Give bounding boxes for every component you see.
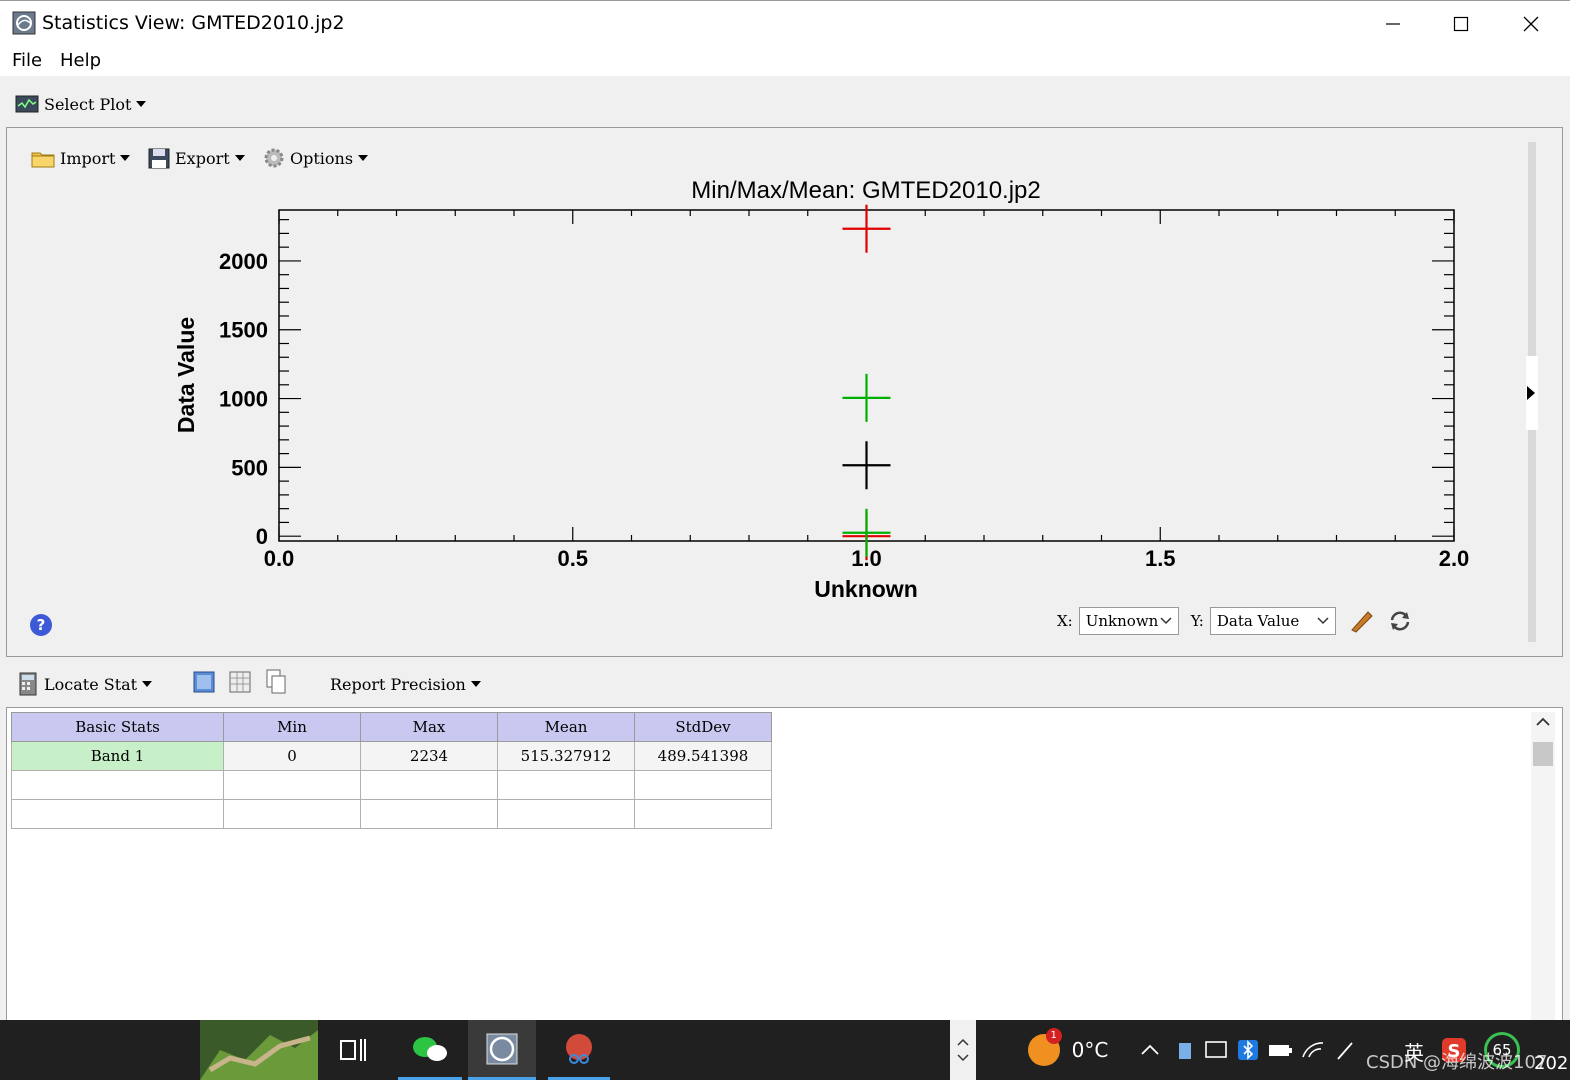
scissors-icon xyxy=(566,1033,592,1064)
table-row xyxy=(11,770,772,800)
envi-icon xyxy=(486,1033,518,1064)
taskbar-envi[interactable] xyxy=(468,1020,536,1080)
y-axis-label: Data Value xyxy=(173,317,199,433)
wifi-icon[interactable] xyxy=(1301,1039,1325,1061)
grid-view-icon[interactable] xyxy=(228,670,252,694)
x-axis-label: Unknown xyxy=(814,576,918,602)
column-header[interactable]: Basic Stats xyxy=(11,712,224,742)
chevron-down-icon xyxy=(142,681,153,687)
chart: Min/Max/Mean: GMTED2010.jp2 0.0 0.5 1.0 1.5… xyxy=(173,177,1470,602)
x-tick-label: 0.5 xyxy=(557,546,588,571)
taskbar-wechat[interactable] xyxy=(398,1020,462,1080)
table-cell[interactable]: 489.541398 xyxy=(634,741,772,771)
table-cell[interactable] xyxy=(634,770,772,800)
wechat-icon xyxy=(413,1036,447,1061)
taskbar-scroll[interactable] xyxy=(950,1020,976,1080)
locate-stat-label: Locate Stat xyxy=(44,674,138,694)
y-tick-label: 2000 xyxy=(219,249,268,274)
data-point-marker xyxy=(842,441,891,490)
axis-selectors: X: Unknown Y: Data Value xyxy=(1057,605,1412,637)
y-axis-select-value: Data Value xyxy=(1216,612,1300,630)
system-tray xyxy=(1170,1020,1360,1080)
x-select-label: X: xyxy=(1057,612,1073,630)
y-axis-select[interactable]: Data Value xyxy=(1209,607,1336,635)
chevron-up-icon xyxy=(1141,1044,1159,1055)
x-tick-label: 2.0 xyxy=(1439,546,1470,571)
chart-title: Min/Max/Mean: GMTED2010.jp2 xyxy=(691,177,1040,204)
table-row: Band 1 0 2234 515.327912 489.541398 xyxy=(11,741,772,771)
chevron-down-icon xyxy=(1317,617,1329,625)
data-point-marker xyxy=(842,373,891,422)
column-header[interactable]: Max xyxy=(360,712,498,742)
table-cell[interactable] xyxy=(11,799,224,829)
column-header[interactable]: Mean xyxy=(497,712,635,742)
x-axis-select-value: Unknown xyxy=(1085,612,1159,630)
stats-table: Basic Stats Min Max Mean StdDev Band 1 0… xyxy=(11,712,772,829)
x-tick-label: 0.0 xyxy=(264,546,295,571)
taskbar-snipping[interactable] xyxy=(548,1020,610,1080)
notification-badge: 1 xyxy=(1045,1028,1062,1044)
table-cell[interactable]: 0 xyxy=(223,741,361,771)
y-tick-labels: 0 500 1000 1500 2000 xyxy=(219,249,268,549)
table-cell[interactable] xyxy=(634,799,772,829)
calculator-icon xyxy=(19,672,37,696)
weather-widget[interactable]: 1 0°C xyxy=(1018,1020,1118,1080)
y-tick-label: 1000 xyxy=(219,387,268,412)
table-cell[interactable]: Band 1 xyxy=(11,741,224,771)
y-tick-label: 500 xyxy=(231,455,268,480)
copy-icon[interactable] xyxy=(264,668,288,696)
task-view-button[interactable] xyxy=(322,1020,384,1080)
table-cell[interactable]: 515.327912 xyxy=(497,741,635,771)
y-tick-label: 1500 xyxy=(219,318,268,343)
show-hidden-icons[interactable] xyxy=(1135,1020,1165,1080)
watermark: CSDN @海绵波波107 xyxy=(1366,1052,1548,1073)
weather-icon: 1 xyxy=(1027,1028,1062,1066)
great-wall-image xyxy=(200,1030,318,1080)
table-cell[interactable] xyxy=(497,799,635,829)
y-tick-label: 0 xyxy=(256,524,268,549)
chevron-down-icon xyxy=(470,681,481,687)
pen-icon[interactable] xyxy=(1334,1039,1356,1061)
battery-icon[interactable] xyxy=(1267,1040,1293,1060)
column-header[interactable]: Min xyxy=(223,712,361,742)
table-scrollbar-thumb[interactable] xyxy=(1533,742,1553,766)
stats-table-area: Basic Stats Min Max Mean StdDev Band 1 0… xyxy=(6,707,1563,1025)
table-header-row: Basic Stats Min Max Mean StdDev xyxy=(11,712,772,742)
table-view-icon[interactable] xyxy=(192,670,216,694)
table-cell[interactable] xyxy=(360,799,498,829)
report-precision-button[interactable]: Report Precision xyxy=(330,670,481,698)
table-cell[interactable] xyxy=(360,770,498,800)
x-axis-select[interactable]: Unknown xyxy=(1078,607,1179,635)
table-cell[interactable] xyxy=(497,770,635,800)
table-cell[interactable]: 2234 xyxy=(360,741,498,771)
data-point-marker xyxy=(842,508,891,557)
column-header[interactable]: StdDev xyxy=(634,712,772,742)
table-row xyxy=(11,799,772,829)
table-cell[interactable] xyxy=(223,799,361,829)
stats-toolbar: Locate Stat Report Precision xyxy=(0,662,1570,706)
x-tick-label: 1.5 xyxy=(1145,546,1176,571)
data-markers xyxy=(842,204,891,561)
task-view-icon xyxy=(340,1039,366,1061)
data-point-marker xyxy=(842,204,891,253)
chevron-updown-icon xyxy=(957,1038,969,1062)
chevron-up-icon[interactable] xyxy=(1531,712,1555,732)
report-precision-label: Report Precision xyxy=(330,674,466,694)
usb-icon[interactable] xyxy=(1174,1039,1196,1061)
expand-arrow-icon[interactable] xyxy=(1527,386,1535,400)
locate-stat-button[interactable]: Locate Stat xyxy=(18,670,153,698)
help-icon[interactable]: ? xyxy=(30,614,52,636)
table-scrollbar[interactable] xyxy=(1531,712,1555,1022)
display-icon[interactable] xyxy=(1204,1039,1228,1061)
refresh-icon[interactable] xyxy=(1388,609,1412,633)
table-cell[interactable] xyxy=(223,770,361,800)
taskbar: 1 0°C 英 S 65 202 CSDN @海绵波波107 xyxy=(0,1020,1570,1080)
table-cell[interactable] xyxy=(11,770,224,800)
chevron-down-icon xyxy=(1160,617,1172,625)
taskbar-wallpaper-thumb[interactable] xyxy=(200,1020,318,1080)
ruler-icon[interactable] xyxy=(1348,608,1374,634)
y-select-label: Y: xyxy=(1190,612,1204,630)
bluetooth-icon[interactable] xyxy=(1237,1039,1259,1061)
weather-temp: 0°C xyxy=(1071,1038,1109,1062)
